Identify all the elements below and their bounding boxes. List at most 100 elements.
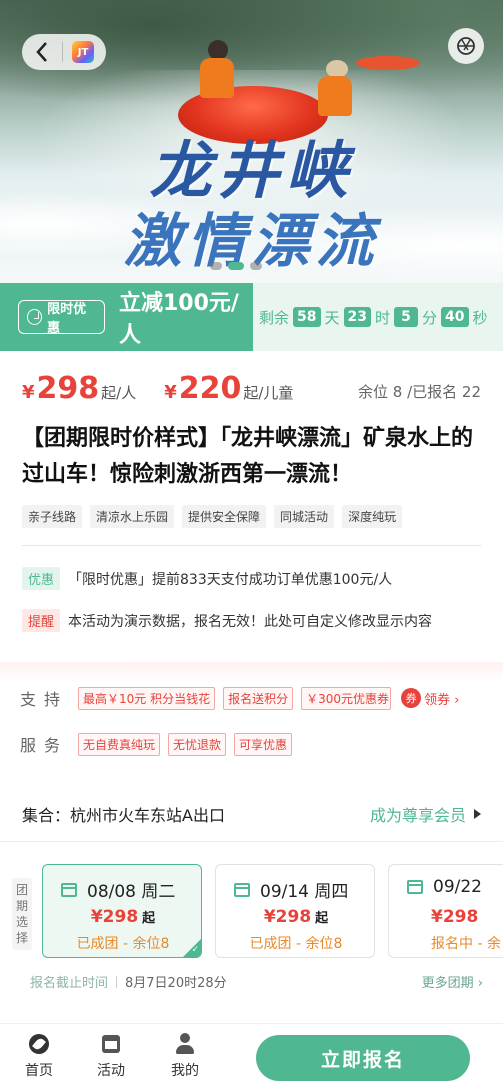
countdown-seconds-unit: 秒 bbox=[472, 308, 488, 327]
service-tag: 可享优惠 bbox=[234, 732, 293, 756]
support-tag: ￥300元优惠券 bbox=[301, 686, 392, 710]
group-status: 报名中 - 余 bbox=[431, 936, 501, 952]
adult-price-unit: 起/人 bbox=[101, 384, 137, 402]
carousel-dots bbox=[210, 262, 262, 270]
hero-banner[interactable]: 龙井峡 激情漂流 JT bbox=[0, 0, 503, 283]
deadline-value: 8月7日20时28分 bbox=[125, 976, 227, 991]
countdown-days: 58 bbox=[293, 307, 321, 327]
activity-info: ¥ 298 起/人 ¥ 220 起/儿童 余位 8 /已报名 22 【团期限时价… bbox=[0, 351, 503, 651]
back-button[interactable] bbox=[22, 34, 62, 70]
group-price-suffix: 起 bbox=[315, 911, 329, 926]
stock-info: 余位 8 /已报名 22 bbox=[358, 383, 481, 401]
limited-offer-label: 限时优惠 bbox=[47, 302, 87, 336]
child-price: 220 bbox=[178, 371, 242, 406]
signup-deadline: 报名截止时间 8月7日20时28分 bbox=[30, 972, 227, 991]
user-icon bbox=[175, 1033, 195, 1055]
group-price: ¥298 bbox=[389, 907, 503, 927]
child-price-unit: 起/儿童 bbox=[243, 384, 294, 402]
group-price-value: ¥298 bbox=[263, 907, 312, 927]
countdown-hours: 23 bbox=[343, 307, 371, 327]
countdown-days-unit: 天 bbox=[324, 308, 340, 327]
more-dates-link[interactable]: 更多团期 › bbox=[422, 972, 483, 991]
triangle-right-icon bbox=[474, 808, 481, 819]
discount-text: 立减100元/人 bbox=[118, 291, 239, 348]
remind-note: 提醒 本活动为演示数据，报名无效！此处可自定义修改显示内容 bbox=[22, 609, 481, 632]
feature-tag: 同城活动 bbox=[274, 505, 335, 528]
group-date-card[interactable]: 09/22 ¥298 报名中 - 余 bbox=[388, 864, 503, 958]
meeting-point-row: 集合：杭州市火车东站A出口 成为尊享会员 bbox=[0, 786, 503, 842]
chevron-left-icon bbox=[36, 42, 47, 62]
feature-tags: 亲子线路 清凉水上乐园 提供安全保障 同城活动 深度纯玩 bbox=[22, 505, 481, 528]
bottom-tab-bar: 首页 活动 我的 立即报名 bbox=[0, 1023, 503, 1089]
get-coupon-label: 领券 › bbox=[424, 692, 460, 708]
child-price-currency: ¥ bbox=[164, 382, 177, 403]
clock-icon bbox=[27, 309, 43, 325]
tab-activity-label: 活动 bbox=[97, 1063, 125, 1079]
service-tag: 无忧退款 bbox=[168, 732, 227, 756]
promo-left: 限时优惠 立减100元/人 bbox=[0, 283, 253, 351]
group-price: ¥298 起 bbox=[43, 907, 201, 927]
group-date-card-selected[interactable]: 08/08 周二 ¥298 起 已成团 - 余位8 ✓ bbox=[42, 864, 202, 958]
signup-button[interactable]: 立即报名 bbox=[256, 1035, 470, 1081]
service-label: 服务 bbox=[20, 736, 69, 755]
calendar-icon bbox=[407, 880, 423, 894]
support-row[interactable]: 支持 最高￥10元 积分当钱花 报名送积分 ￥300元优惠券 券 领券 › bbox=[20, 686, 483, 710]
price-row: ¥ 298 起/人 ¥ 220 起/儿童 余位 8 /已报名 22 bbox=[22, 371, 481, 407]
support-tag: 报名送积分 bbox=[223, 686, 294, 710]
check-icon: ✓ bbox=[191, 945, 199, 955]
service-row: 服务 无自费真纯玩 无忧退款 可享优惠 bbox=[20, 732, 483, 756]
meeting-point: 集合：杭州市火车东站A出口 bbox=[22, 805, 225, 825]
feature-tag: 提供安全保障 bbox=[182, 505, 267, 528]
countdown-minutes: 5 bbox=[394, 307, 419, 327]
group-price-value: ¥298 bbox=[90, 907, 139, 927]
coupon-icon: 券 bbox=[401, 688, 422, 708]
feature-tag: 深度纯玩 bbox=[342, 505, 403, 528]
share-button[interactable] bbox=[448, 28, 484, 64]
tab-home[interactable]: 首页 bbox=[14, 1032, 64, 1080]
divider bbox=[22, 545, 481, 546]
get-coupon-button[interactable]: 券 领券 › bbox=[401, 688, 459, 708]
group-price-suffix: 起 bbox=[142, 911, 156, 926]
calendar-icon bbox=[102, 1035, 120, 1053]
tab-home-label: 首页 bbox=[25, 1063, 53, 1079]
hero-person bbox=[318, 76, 352, 116]
tab-mine[interactable]: 我的 bbox=[160, 1032, 210, 1080]
promo-bar: 限时优惠 立减100元/人 剩余 58 天 23 时 5 分 40 秒 bbox=[0, 283, 503, 351]
become-vip-link[interactable]: 成为尊享会员 bbox=[370, 802, 481, 826]
nav-capsule: JT bbox=[22, 34, 106, 70]
hero-person-head bbox=[208, 40, 228, 60]
home-button[interactable]: JT bbox=[63, 34, 103, 70]
carousel-dot-active[interactable] bbox=[228, 262, 244, 270]
feature-tag: 亲子线路 bbox=[22, 505, 83, 528]
activity-title: 【团期限时价样式】「龙井峡漂流」矿泉水上的过山车！惊险刺激浙西第一漂流！ bbox=[22, 426, 474, 487]
hero-small-raft bbox=[356, 56, 420, 70]
group-date: 09/22 bbox=[407, 877, 482, 897]
group-price-value: ¥298 bbox=[431, 907, 479, 927]
compass-icon bbox=[29, 1034, 49, 1054]
group-date: 08/08 周二 bbox=[61, 877, 175, 902]
countdown-label: 剩余 bbox=[259, 308, 290, 327]
carousel-dot[interactable] bbox=[210, 262, 222, 270]
remind-note-label: 提醒 bbox=[22, 609, 61, 632]
calendar-icon bbox=[234, 882, 250, 897]
service-section: 支持 最高￥10元 积分当钱花 报名送积分 ￥300元优惠券 券 领券 › 服务… bbox=[0, 662, 503, 774]
carousel-dot[interactable] bbox=[250, 262, 262, 270]
group-date-card[interactable]: 09/14 周四 ¥298 起 已成团 - 余位8 bbox=[215, 864, 375, 958]
deadline-label: 报名截止时间 bbox=[30, 976, 109, 991]
tab-mine-label: 我的 bbox=[171, 1063, 199, 1079]
adult-price: 298 bbox=[36, 371, 100, 406]
deadline-divider bbox=[116, 975, 118, 988]
countdown-seconds: 40 bbox=[441, 307, 469, 327]
feature-tag: 清凉水上乐园 bbox=[90, 505, 175, 528]
group-date-text: 09/22 bbox=[433, 877, 482, 897]
countdown-hours-unit: 时 bbox=[375, 308, 391, 327]
discount-note-label: 优惠 bbox=[22, 567, 61, 590]
group-status: 已成团 - 余位8 bbox=[76, 936, 170, 952]
hero-person bbox=[200, 58, 234, 98]
adult-price-currency: ¥ bbox=[22, 382, 35, 403]
become-vip-label: 成为尊享会员 bbox=[369, 805, 466, 825]
countdown-minutes-unit: 分 bbox=[422, 308, 438, 327]
tab-activity[interactable]: 活动 bbox=[86, 1032, 136, 1080]
countdown: 剩余 58 天 23 时 5 分 40 秒 bbox=[253, 283, 503, 351]
support-tag: 最高￥10元 积分当钱花 bbox=[78, 686, 216, 710]
